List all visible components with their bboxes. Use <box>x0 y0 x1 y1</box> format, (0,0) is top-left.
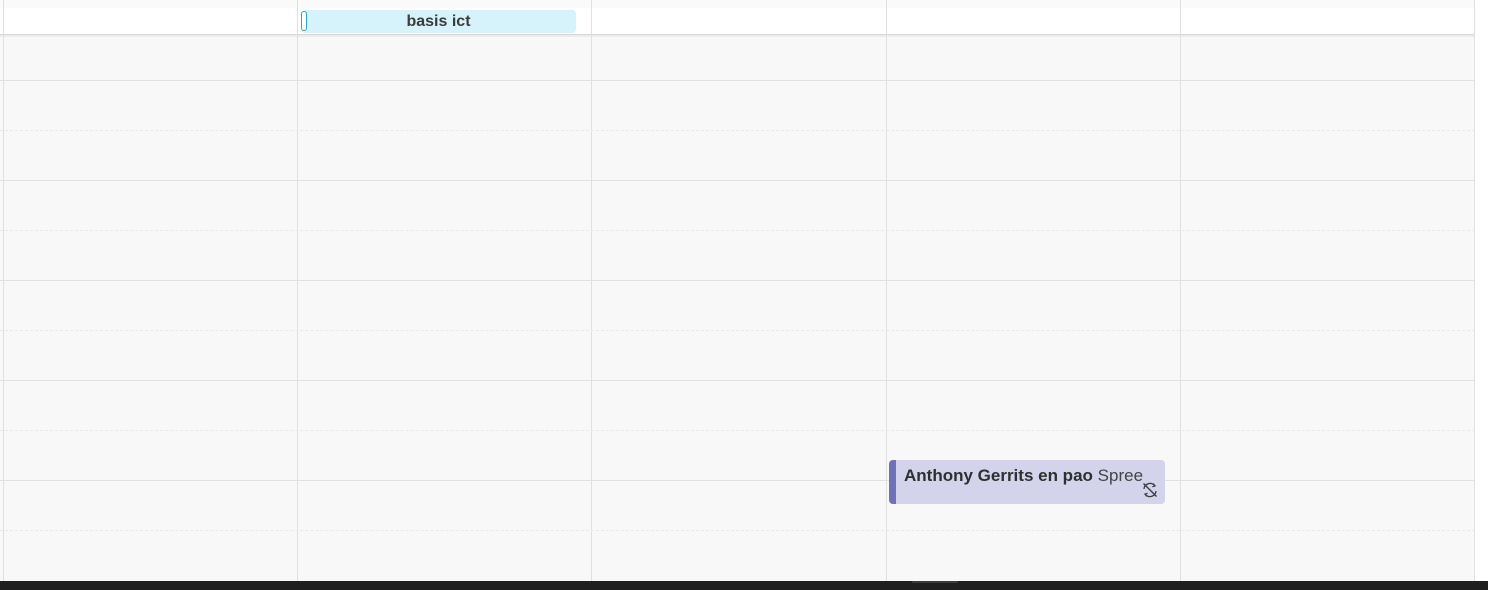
hour-line <box>0 480 1475 481</box>
hour-line <box>0 280 1475 281</box>
taskbar-edge <box>0 581 1488 590</box>
day-column-divider <box>886 0 887 581</box>
half-hour-line <box>0 130 1475 131</box>
event-location: Spree <box>1097 466 1144 485</box>
event-title: Anthony Gerrits en pao <box>904 466 1093 485</box>
hour-line <box>0 380 1475 381</box>
calendar-week-grid: basis ict Anthony Gerrits en pao Spree <box>0 0 1475 581</box>
half-hour-line <box>0 330 1475 331</box>
day-column-divider <box>3 0 4 581</box>
taskbar-handle <box>912 581 958 583</box>
half-hour-line <box>0 230 1475 231</box>
all-day-event[interactable]: basis ict <box>301 10 576 33</box>
all-day-row <box>0 8 1475 37</box>
recurrence-off-icon <box>1143 482 1157 498</box>
day-column-divider <box>297 0 298 581</box>
calendar-event[interactable]: Anthony Gerrits en pao Spree <box>889 460 1165 504</box>
half-hour-line <box>0 530 1475 531</box>
hour-line <box>0 180 1475 181</box>
scrollbar-gutter <box>1475 0 1488 581</box>
event-summary: Anthony Gerrits en pao Spree <box>904 466 1143 486</box>
day-column-divider <box>591 0 592 581</box>
day-column-divider <box>1180 0 1181 581</box>
event-title: basis ict <box>406 13 471 30</box>
half-hour-line <box>0 430 1475 431</box>
hour-line <box>0 80 1475 81</box>
event-color-bar <box>889 460 896 504</box>
